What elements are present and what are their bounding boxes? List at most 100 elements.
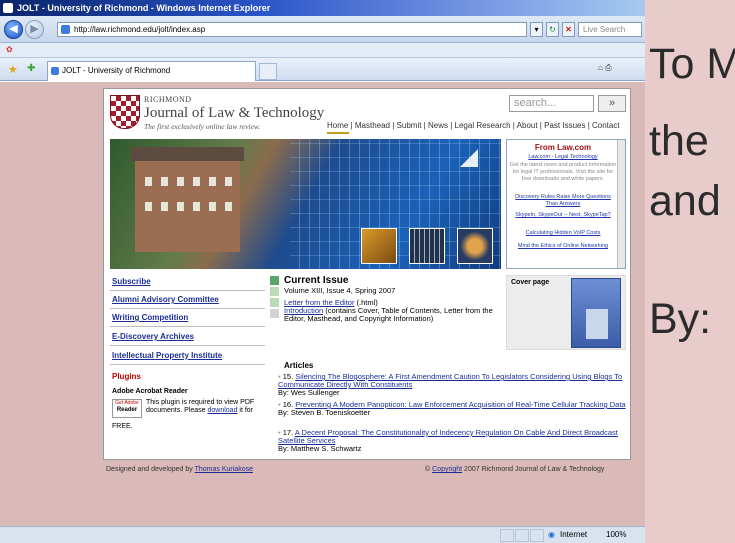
footer-credits-text: Designed and developed by [106, 466, 193, 473]
designer-link[interactable]: Thomas Kuriakose [195, 466, 253, 473]
address-field[interactable]: http://law.richmond.edu/jolt/index.asp [57, 22, 527, 37]
nav-past-issues[interactable]: Past Issues [544, 121, 585, 130]
slide-text-line-3: and [649, 177, 721, 225]
status-cell [500, 529, 514, 542]
article-author: By: Wes Sullenger [278, 388, 340, 397]
zoom-level[interactable]: 100% [606, 527, 626, 543]
active-nav-underline [327, 132, 349, 134]
address-bar-row: ◀ ▶ http://law.richmond.edu/jolt/index.a… [0, 16, 645, 43]
slide-text-line-2: the [649, 117, 709, 165]
address-text: http://law.richmond.edu/jolt/index.asp [74, 25, 206, 34]
feed-link-2[interactable]: SkypeIn, SkypeOut -- Next, SkypeTap? [509, 212, 617, 219]
cover-page-box: Cover page [506, 275, 626, 350]
favorites-star-icon[interactable]: ★ [8, 63, 18, 76]
article-title-link[interactable]: A Decent Proposal: The Constitutionality… [278, 428, 618, 445]
site-search-placeholder: search... [514, 97, 557, 109]
law-com-blurb: Get the latest news and product informat… [509, 162, 617, 182]
links-bar: ✿ [0, 43, 645, 58]
copyright-text: 2007 Richmond Journal of Law & Technolog… [464, 466, 605, 473]
acrobat-tail: it for [239, 407, 254, 414]
tab-label: JOLT - University of Richmond [62, 66, 171, 75]
nav-about[interactable]: About [517, 121, 538, 130]
footer-credits: Designed and developed by Thomas Kuriako… [106, 466, 253, 473]
globe-icon: ◉ [548, 530, 555, 539]
address-dropdown-icon[interactable]: ▾ [530, 22, 543, 37]
free-text: FREE. [112, 423, 133, 430]
adobe-badge-bottom: Reader [116, 407, 138, 413]
nav-contact[interactable]: Contact [592, 121, 620, 130]
nav-legal-research[interactable]: Legal Research [455, 121, 511, 130]
cover-page-image[interactable] [571, 278, 621, 348]
law-com-feed-box: From Law.com Law.com - Legal Technology … [506, 139, 626, 269]
acrobat-title: Adobe Acrobat Reader [112, 388, 188, 395]
nav-masthead[interactable]: Masthead [355, 121, 390, 130]
journal-title: Journal of Law & Technology [144, 105, 325, 121]
browser-tab[interactable]: JOLT - University of Richmond [47, 61, 256, 81]
new-tab-button[interactable] [259, 63, 277, 80]
current-issue-heading: Current Issue [284, 275, 349, 286]
rss-icon[interactable]: ✿ [6, 45, 13, 54]
sidebar-item-ip-institute[interactable]: Intellectual Property Institute [110, 349, 265, 365]
issue-square-3 [270, 298, 279, 307]
article-title-link[interactable]: Silencing The Blogosphere: A First Amend… [278, 372, 622, 389]
slide-text-line-1: To M [649, 40, 735, 88]
download-link[interactable]: download [208, 407, 238, 414]
feed-link-3[interactable]: Calculating Hidden VoIP Costs [509, 230, 617, 237]
slide-text-line-4: By: [649, 295, 712, 343]
sidebar-item-writing-competition[interactable]: Writing Competition [110, 311, 265, 327]
gavel-thumbnail [361, 228, 397, 264]
copyright-link[interactable]: Copyright [432, 466, 462, 473]
tab-page-icon [51, 67, 59, 75]
print-icon[interactable]: ⎙ [605, 63, 611, 72]
window-titlebar: JOLT - University of Richmond - Windows … [0, 0, 645, 16]
feed-scrollbar[interactable] [617, 140, 625, 268]
stop-icon[interactable]: ✕ [562, 22, 575, 37]
cover-page-label: Cover page [511, 279, 550, 286]
law-com-subheading-link[interactable]: Law.com - Legal Technology [509, 154, 617, 161]
nav-home[interactable]: Home [327, 121, 348, 130]
copyright-symbol: © [425, 466, 431, 473]
article-item: ▪ 17. A Decent Proposal: The Constitutio… [278, 428, 618, 453]
article-item: ▪ 16. Preventing A Modern Panopticon: La… [278, 400, 626, 417]
forward-button[interactable]: ▶ [25, 20, 44, 39]
university-name: RICHMOND [144, 95, 192, 104]
law-school-building-image [131, 147, 244, 252]
footer-copyright: © Copyright 2007 Richmond Journal of Law… [425, 466, 604, 473]
back-button[interactable]: ◀ [4, 20, 23, 39]
journal-tagline: The first exclusively online law review. [144, 122, 261, 131]
sidebar-item-alumni-advisory[interactable]: Alumni Advisory Committee [110, 293, 265, 309]
law-com-heading: From Law.com [534, 143, 592, 152]
sidebar-item-ediscovery[interactable]: E-Discovery Archives [110, 330, 265, 346]
issue-square-1 [270, 276, 279, 285]
issue-square-2 [270, 287, 279, 296]
add-favorite-icon[interactable]: ✚ [27, 63, 35, 74]
sidebar-item-subscribe[interactable]: Subscribe [110, 275, 265, 291]
zone-label: Internet [560, 530, 588, 539]
feed-link-1[interactable]: Discovery Rules Raise More Questions Tha… [509, 194, 617, 208]
ie-icon [3, 3, 13, 13]
status-cell [515, 529, 529, 542]
article-item: ▪ 15. Silencing The Blogosphere: A First… [278, 372, 623, 397]
refresh-icon[interactable]: ↻ [546, 22, 559, 37]
home-icon[interactable]: ⌂ [598, 63, 603, 72]
command-bar: ⌂ ⎙ [598, 63, 611, 73]
site-search-input[interactable]: search... [509, 95, 594, 112]
feed-link-4[interactable]: Mind the Ethics of Online Networking [509, 243, 617, 250]
window-title: JOLT - University of Richmond - Windows … [17, 3, 271, 13]
nav-submit[interactable]: Submit [397, 121, 422, 130]
issue-volume: Volume XIII, Issue 4, Spring 2007 [284, 286, 396, 295]
browser-window: JOLT - University of Richmond - Windows … [0, 0, 645, 543]
site-search-button[interactable]: » [598, 95, 626, 112]
acrobat-description: This plugin is required to view PDF docu… [146, 399, 264, 415]
disc-thumbnail [457, 228, 493, 264]
nav-news[interactable]: News [428, 121, 448, 130]
acrobat-text: This plugin is required to view PDF docu… [146, 399, 255, 414]
live-search-input[interactable]: Live Search [578, 22, 642, 37]
top-navigation: Home | Masthead | Submit | News | Legal … [327, 121, 620, 130]
tab-bar: ★ ✚ JOLT - University of Richmond ⌂ ⎙ [0, 58, 645, 81]
article-author: By: Steven B. Toeniskoetter [278, 408, 370, 417]
introduction: Introduction (contains Cover, Table of C… [284, 307, 504, 323]
get-adobe-reader-badge[interactable]: Get Adobe Reader [112, 399, 142, 418]
status-cell [530, 529, 544, 542]
live-search-placeholder: Live Search [583, 25, 626, 34]
